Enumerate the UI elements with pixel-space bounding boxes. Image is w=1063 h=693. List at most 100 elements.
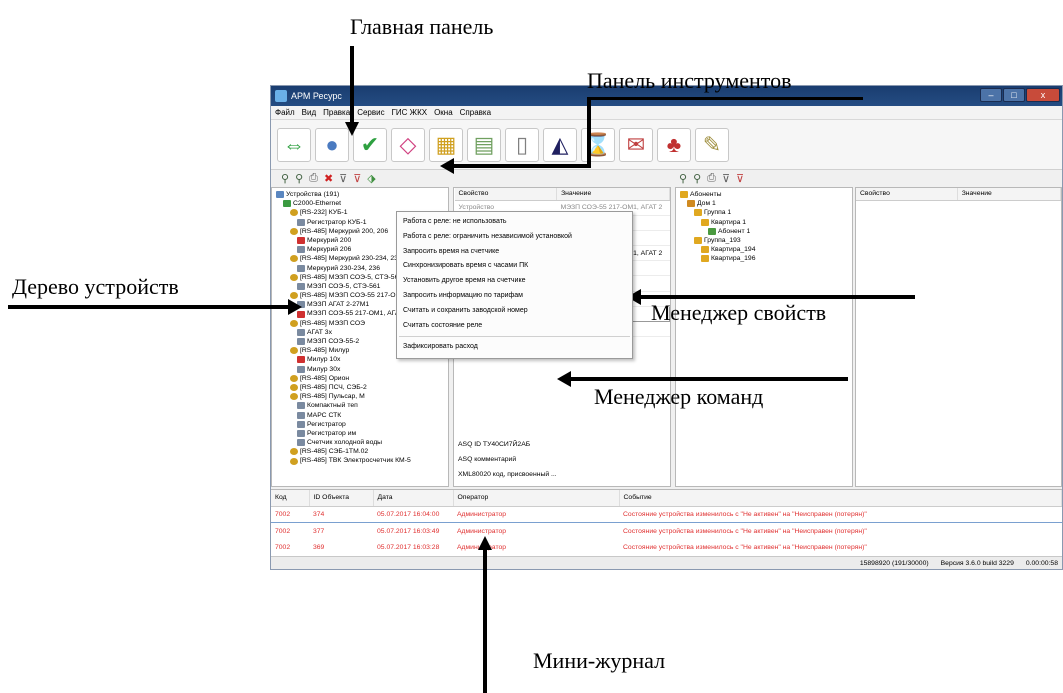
diagram-icon[interactable]: ◇ — [391, 127, 425, 162]
err-icon — [297, 237, 305, 245]
root-icon — [276, 191, 284, 199]
callout-device-tree: Дерево устройств — [12, 274, 179, 299]
subscriber-node[interactable]: Дом 1 — [680, 199, 852, 208]
tree-node[interactable]: C2000-Ethernet — [276, 199, 448, 208]
subscriber-filter-clear-icon[interactable]: ⊽ — [736, 172, 744, 185]
tree-node[interactable]: Милур 30х — [276, 365, 448, 374]
tree-node-label: Милур 30х — [307, 365, 341, 373]
mail-icon[interactable]: ✉ — [619, 127, 653, 162]
journal-header-event[interactable]: Событие — [619, 490, 1062, 507]
context-menu-item[interactable]: Считать состояние реле — [397, 319, 632, 334]
context-menu-item[interactable]: Считать и сохранить заводской номер — [397, 304, 632, 319]
tree-node[interactable]: [RS-485] Орион — [276, 374, 448, 383]
bus-icon — [290, 393, 298, 401]
subscriber-node-label: Квартира_196 — [711, 255, 756, 263]
journal-row[interactable]: 7002 377 05.07.2017 16:03:49 Администратор С… — [271, 523, 1062, 540]
export-icon[interactable]: ⬗ — [367, 172, 375, 185]
abn-icon — [708, 227, 716, 235]
table-icon[interactable]: ▦ — [429, 127, 463, 162]
context-menu-item[interactable]: Работа с реле: не использовать — [397, 215, 632, 230]
tree-node-label: МЭЗП АГАТ 2-27М1 — [307, 301, 370, 309]
tree-node-label: [RS-485] Меркурий 200, 206 — [300, 227, 389, 235]
property-row[interactable]: ASQ ID ТУ40СИ7Й2АБ — [454, 437, 670, 452]
menu-help[interactable]: Справка — [460, 108, 491, 117]
menu-bar: Файл Вид Правка Сервис ГИС ЖКХ Окна Спра… — [271, 106, 1062, 120]
journal-header-date[interactable]: Дата — [373, 490, 454, 507]
context-menu-item[interactable]: Запросить информацию по тарифам — [397, 289, 632, 304]
report-icon[interactable]: ▤ — [467, 127, 501, 162]
print-icon[interactable]: ⎙ — [309, 172, 318, 185]
property-header-value[interactable]: Значение — [556, 188, 670, 201]
tree-node[interactable]: Регистратор им — [276, 429, 448, 438]
add-group-icon[interactable]: ⚲ — [295, 172, 303, 185]
tree-node[interactable]: Счетчик холодной воды — [276, 438, 448, 447]
context-menu-item[interactable]: Установить другое время на счетчике — [397, 274, 632, 289]
document-icon[interactable]: ▯ — [505, 127, 539, 162]
filter-icon[interactable]: ⊽ — [339, 172, 347, 185]
subscriber-property-header-value[interactable]: Значение — [957, 188, 1061, 201]
menu-service[interactable]: Сервис — [357, 108, 384, 117]
context-menu-item[interactable]: Работа с реле: ограничить независимой ус… — [397, 230, 632, 245]
maximize-button[interactable]: □ — [1003, 88, 1025, 102]
journal-header-operator[interactable]: Оператор — [453, 490, 620, 507]
property-row[interactable]: XML80020 код, присвоенный ... — [454, 467, 670, 482]
close-button[interactable]: x — [1026, 88, 1060, 102]
add-subscriber-icon[interactable]: ⚲ — [679, 172, 687, 185]
subscriber-node[interactable]: Абоненты — [680, 190, 852, 199]
dev-icon — [297, 264, 305, 272]
minimize-button[interactable]: – — [980, 88, 1002, 102]
filter-clear-icon[interactable]: ⊽ — [353, 172, 361, 185]
journal-row[interactable]: 7002 369 05.07.2017 16:03:28 Администратор С… — [271, 539, 1062, 556]
tree-node[interactable]: МАРС СТК — [276, 411, 448, 420]
dev-icon — [297, 338, 305, 346]
delete-icon[interactable]: ✖ — [324, 172, 333, 185]
menu-edit[interactable]: Правка — [323, 108, 350, 117]
menu-view[interactable]: Вид — [302, 108, 316, 117]
tree-node[interactable]: Компактный теп — [276, 401, 448, 410]
app-icon — [275, 90, 287, 102]
subscriber-node[interactable]: Квартира 1 — [680, 218, 852, 227]
menu-windows[interactable]: Окна — [434, 108, 453, 117]
tree-node[interactable]: [RS-485] ПСЧ, СЭБ-2 — [276, 383, 448, 392]
add-device-icon[interactable]: ⚲ — [281, 172, 289, 185]
tree-node-label: [RS-485] Меркурий 230-234, 236 — [300, 255, 402, 263]
subscriber-print-icon[interactable]: ⎙ — [707, 172, 716, 185]
tree-node[interactable]: Регистратор — [276, 420, 448, 429]
subscriber-filter-icon[interactable]: ⊽ — [722, 172, 730, 185]
journal-header-object-id[interactable]: ID Объекта — [309, 490, 374, 507]
subscriber-node[interactable]: Абонент 1 — [680, 227, 852, 236]
tree-node-label: Компактный теп — [307, 402, 358, 410]
subscriber-node[interactable]: Группа_193 — [680, 236, 852, 245]
menu-file[interactable]: Файл — [275, 108, 295, 117]
property-header-name[interactable]: Свойство — [454, 188, 558, 201]
grp-icon — [701, 255, 709, 263]
menu-gis[interactable]: ГИС ЖКХ — [392, 108, 427, 117]
tree-node-label: [RS-485] МЭЗП СОЭ-5, СТЭ-561 — [300, 273, 403, 281]
context-menu-item[interactable]: Зафиксировать расход — [397, 340, 632, 355]
panes: Устройства (191) C2000-Ethernet [RS-232] К… — [271, 187, 1062, 487]
subscriber-property-header-name[interactable]: Свойство — [856, 188, 958, 201]
grp-icon — [694, 209, 702, 217]
people-icon[interactable]: ♣ — [657, 127, 691, 162]
users-icon[interactable]: ● — [315, 127, 349, 162]
context-menu-item[interactable]: Запросить время на счетчике — [397, 245, 632, 260]
property-row[interactable]: ASQ комментарий — [454, 452, 670, 467]
subscriber-node[interactable]: Группа 1 — [680, 208, 852, 217]
tree-node[interactable]: [RS-485] СЭБ-1ТМ.02 — [276, 447, 448, 456]
subscriber-node[interactable]: Квартира_194 — [680, 245, 852, 254]
add-subscriber-group-icon[interactable]: ⚲ — [693, 172, 701, 185]
context-menu-item[interactable]: Синхронизировать время с часами ПК — [397, 259, 632, 274]
journal-row[interactable]: 7002 374 05.07.2017 16:04:00 Администратор С… — [271, 505, 1062, 523]
tree-node[interactable]: [RS-485] ТВК Электросчетчик КМ-5 — [276, 456, 448, 465]
toolbar: ⚲ ⚲ ⎙ ✖ ⊽ ⊽ ⬗ ⚲ ⚲ ⎙ ⊽ ⊽ — [271, 170, 1062, 186]
subscriber-node[interactable]: Квартира_196 — [680, 254, 852, 263]
arrowhead-toolbar — [440, 158, 454, 174]
note-icon[interactable]: ✎ — [695, 127, 729, 162]
tree-node-label: АГАТ 3х — [307, 328, 332, 336]
tree-node-label: Устройства (191) — [286, 191, 340, 198]
tree-node[interactable]: Устройства (191) — [276, 190, 448, 199]
sync-icon[interactable]: ⇔ — [277, 127, 311, 162]
journal-header-code[interactable]: Код — [271, 490, 310, 507]
tree-node[interactable]: [RS-485] Пульсар, М — [276, 392, 448, 401]
chart-icon[interactable]: ◭ — [543, 127, 577, 162]
